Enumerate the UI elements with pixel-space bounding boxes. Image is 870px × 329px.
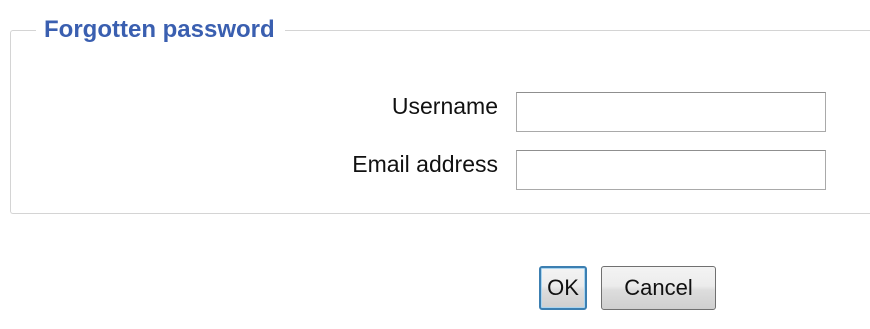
email-label: Email address	[352, 151, 498, 177]
username-label: Username	[391, 93, 498, 119]
cancel-button[interactable]: Cancel	[601, 266, 716, 310]
fieldset-legend: Forgotten password	[36, 14, 285, 46]
username-input[interactable]	[516, 92, 826, 132]
email-row: Email address	[0, 148, 870, 192]
username-row: Username	[0, 90, 870, 134]
forgotten-password-page: Forgotten password Username Email addres…	[0, 0, 870, 329]
email-input[interactable]	[516, 150, 826, 190]
ok-button[interactable]: OK	[539, 266, 587, 310]
